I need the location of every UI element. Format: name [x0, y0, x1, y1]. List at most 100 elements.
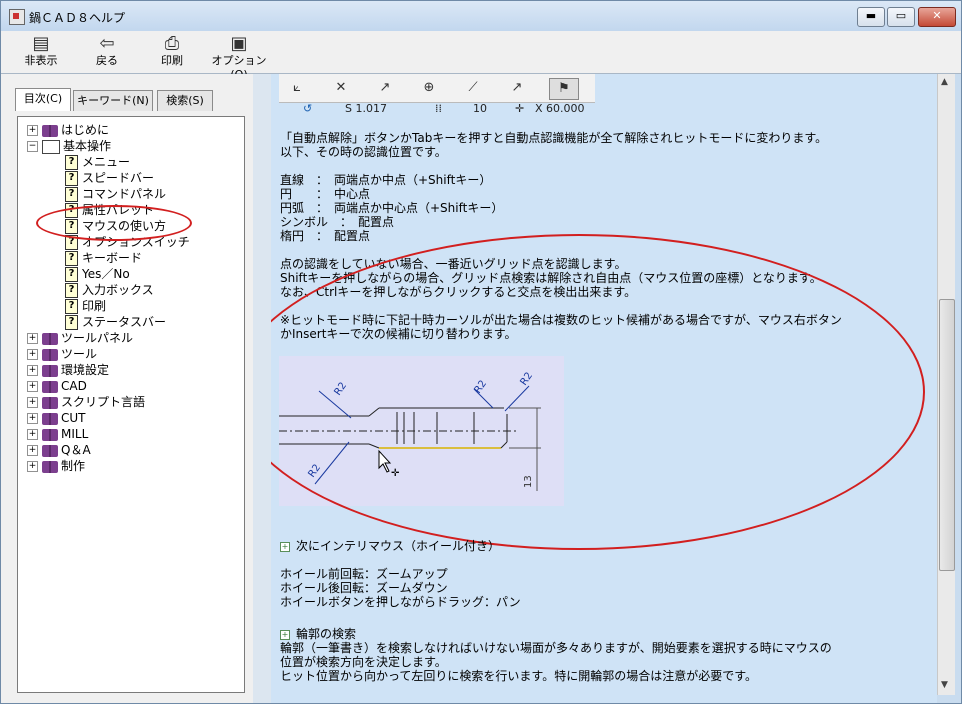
recognition-ellipse: 楕円 ： 配置点	[280, 229, 371, 243]
tree-node[interactable]: + ツール	[27, 346, 97, 362]
help-page-icon: ?	[65, 267, 78, 282]
help-page-icon: ?	[65, 171, 78, 186]
scroll-thumb[interactable]	[939, 299, 955, 571]
print-button[interactable]: ⎙ 印刷	[154, 34, 190, 70]
expand-section-icon[interactable]: +	[280, 629, 290, 640]
help-toolbar: ▤ 非表示 ⇦ 戻る ⎙ 印刷 ▣ オプション(O)	[1, 31, 961, 82]
expand-icon[interactable]: +	[27, 125, 38, 136]
title-bar[interactable]: 鍋ＣＡＤ８ヘルプ ▬ ▭ ✕	[1, 1, 961, 31]
tree-node[interactable]: + スクリプト言語	[27, 394, 145, 410]
section-wheel-title: 次にインテリマウス（ホイール付き）	[296, 539, 501, 553]
help-page-icon: ?	[65, 315, 78, 330]
crosshair-icon: ✛	[515, 102, 525, 115]
minimize-button[interactable]: ▬	[857, 7, 885, 27]
recognition-line: 直線 ： 両端点か中点（+Shiftキー）	[280, 173, 492, 187]
content-scrollbar[interactable]: ▲ ▼	[937, 74, 955, 695]
status-x-value: X 60.000	[535, 102, 585, 115]
close-button[interactable]: ✕	[918, 7, 956, 27]
tree-node[interactable]: ? 印刷	[65, 298, 106, 314]
tree-node[interactable]: ? 入力ボックス	[65, 282, 154, 298]
tree-node-label: スピードバー	[82, 171, 155, 185]
printer-icon: ⎙	[164, 33, 180, 54]
contents-tree[interactable]: + はじめに − 基本操作 ? メニュー ? スピードバー ? コマンドパネル ? 属性パレ…	[17, 116, 245, 693]
section-wheel-mouse[interactable]: + 次にインテリマウス（ホイール付き）	[280, 539, 500, 553]
tree-node[interactable]: ? スピードバー	[65, 170, 154, 186]
restore-button[interactable]: ▭	[887, 7, 915, 27]
options-button[interactable]: ▣ オプション(O)	[206, 34, 272, 82]
snap-midpoint-icon: ⟋	[468, 80, 478, 95]
expand-icon[interactable]: +	[27, 413, 38, 424]
tree-node-label: はじめに	[61, 123, 110, 137]
tree-node-label: 入力ボックス	[82, 283, 154, 297]
wheel-forward: ホイール前回転：ズームアップ	[280, 567, 448, 581]
expand-icon[interactable]: +	[27, 381, 38, 392]
tree-node-label: 印刷	[82, 299, 107, 313]
expand-icon[interactable]: +	[27, 445, 38, 456]
tree-node-label: メニュー	[82, 155, 131, 169]
snap-angle-icon: ⟀	[293, 80, 301, 95]
scroll-up-icon[interactable]: ▲	[941, 77, 948, 87]
book-open-icon	[42, 139, 60, 154]
book-closed-icon	[42, 412, 58, 425]
window-title: 鍋ＣＡＤ８ヘルプ	[29, 11, 126, 25]
expand-icon[interactable]: +	[27, 429, 38, 440]
book-closed-icon	[42, 332, 58, 345]
tree-node[interactable]: + MILL	[27, 426, 88, 442]
tree-node[interactable]: ? キーボード	[65, 250, 142, 266]
tree-node[interactable]: ? ステータスバー	[65, 314, 166, 330]
pane-splitter[interactable]	[253, 74, 271, 703]
tree-node[interactable]: − 基本操作	[27, 138, 111, 154]
tree-node[interactable]: + 環境設定	[27, 362, 109, 378]
tree-node[interactable]: + ツールパネル	[27, 330, 133, 346]
expand-icon[interactable]: +	[27, 365, 38, 376]
topic-content: ⟀ ✕ ↗ ⊕ ⟋ ↗ ⚑ ↺ S 1.017 ⁞⁞ 10 ✛ X 60.000…	[271, 74, 937, 703]
help-page-icon: ?	[65, 187, 78, 202]
tab-search[interactable]: 検索(S)	[157, 90, 213, 111]
expand-icon[interactable]: +	[27, 461, 38, 472]
book-closed-icon	[42, 348, 58, 361]
hide-button[interactable]: ▤ 非表示	[19, 34, 63, 70]
scroll-down-icon[interactable]: ▼	[941, 680, 948, 690]
expand-icon[interactable]: +	[27, 333, 38, 344]
help-window: 鍋ＣＡＤ８ヘルプ ▬ ▭ ✕ ▤ 非表示 ⇦ 戻る ⎙ 印刷 ▣ オプション(O…	[0, 0, 962, 704]
tab-keyword[interactable]: キーワード(N)	[73, 90, 153, 111]
section-contour-search[interactable]: + 輪郭の検索	[280, 627, 356, 641]
recognition-circle: 円 ： 中心点	[280, 187, 371, 201]
tree-node-label: Q＆A	[61, 443, 91, 457]
tree-node[interactable]: + CAD	[27, 378, 87, 394]
book-closed-icon	[42, 380, 58, 393]
tree-node[interactable]: + Q＆A	[27, 442, 91, 458]
tree-node[interactable]: + はじめに	[27, 122, 109, 138]
help-page-icon: ?	[65, 283, 78, 298]
tree-node[interactable]: ? Yes／No	[65, 266, 130, 282]
expand-icon[interactable]: +	[27, 349, 38, 360]
help-page-icon: ?	[65, 155, 78, 170]
back-arrow-icon: ⇦	[99, 33, 115, 54]
tree-node-label: MILL	[61, 427, 89, 441]
help-page-icon: ?	[65, 299, 78, 314]
recognition-symbol: シンボル ： 配置点	[280, 215, 395, 229]
back-button[interactable]: ⇦ 戻る	[89, 34, 125, 70]
para-auto-point-2: 以下、その時の認識位置です。	[280, 145, 447, 159]
tab-contents[interactable]: 目次(C)	[15, 88, 71, 111]
hide-pane-icon: ▤	[32, 33, 50, 54]
recognition-arc: 円弧 ： 両端点か中心点（+Shiftキー）	[280, 201, 504, 215]
cad-status-strip: ↺ S 1.017 ⁞⁞ 10 ✛ X 60.000	[279, 102, 595, 116]
collapse-icon[interactable]: −	[27, 141, 38, 152]
snap-endpoint-icon: ↗	[379, 80, 391, 95]
contour-para-3: ヒット位置から向かって左回りに検索を行います。特に開輪郭の場合は注意が必要です。	[280, 669, 758, 683]
expand-icon[interactable]: +	[27, 397, 38, 408]
tree-node[interactable]: + CUT	[27, 410, 86, 426]
section-contour-title: 輪郭の検索	[296, 627, 357, 641]
snap-nearest-icon: ↗	[511, 80, 523, 95]
tree-node[interactable]: ? コマンドパネル	[65, 186, 166, 202]
tree-node-label: 制作	[61, 459, 86, 473]
back-label: 戻る	[96, 54, 118, 67]
print-label: 印刷	[161, 54, 183, 67]
annotation-ellipse-tree	[36, 205, 192, 241]
tree-node-label: Yes／No	[82, 267, 130, 281]
tree-node[interactable]: + 制作	[27, 458, 85, 474]
tree-node[interactable]: ? メニュー	[65, 154, 130, 170]
expand-section-icon[interactable]: +	[280, 541, 290, 552]
tree-node-label: 基本操作	[63, 139, 112, 153]
